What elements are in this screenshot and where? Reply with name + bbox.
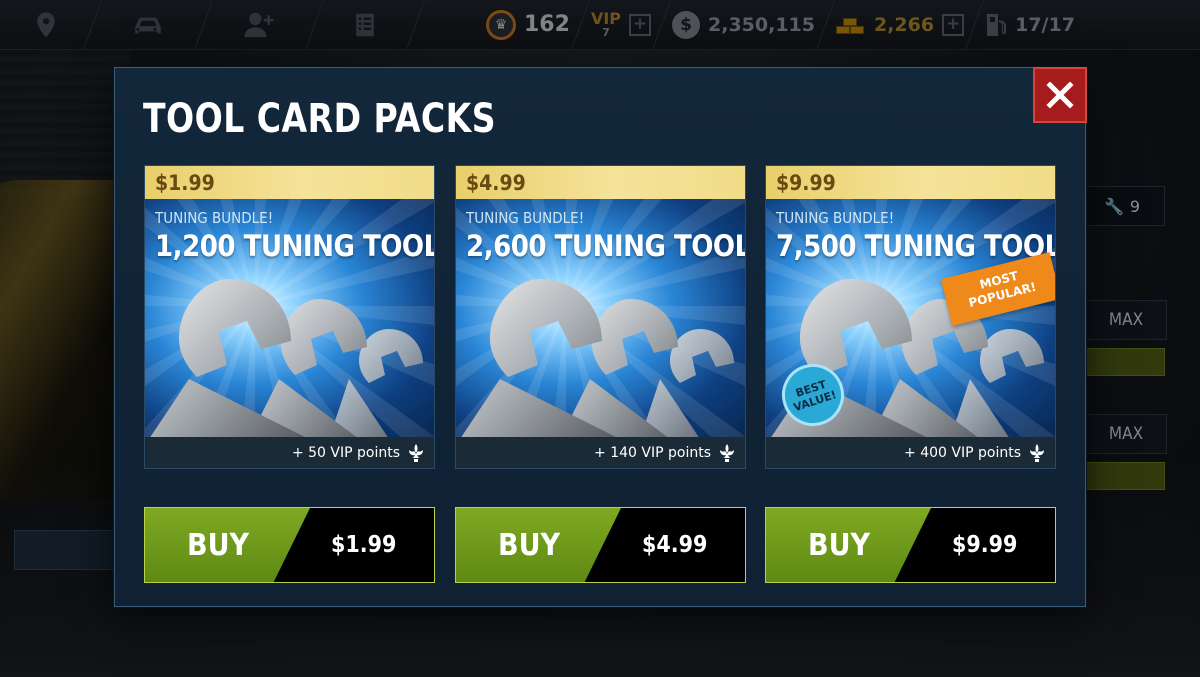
vip-points-row: + 50 VIP points <box>145 437 434 468</box>
pack-card-2[interactable]: $4.99 TUNING BUNDLE! 2,600 TUNING TOOLS … <box>455 165 746 469</box>
vip-points-row: + 140 VIP points <box>456 437 745 468</box>
buy-button-1[interactable]: BUY $1.99 <box>144 507 435 583</box>
fleur-de-lis-icon <box>720 443 734 462</box>
wrenches-icon <box>461 279 734 437</box>
fleur-de-lis-icon <box>1030 443 1044 462</box>
pack-art: TUNING BUNDLE! 1,200 TUNING TOOLS <box>145 199 434 437</box>
bundle-label: TUNING BUNDLE! <box>466 209 585 227</box>
vip-points-text: + 400 VIP points <box>904 444 1021 461</box>
tool-quantity: 2,600 TUNING TOOLS <box>466 229 745 263</box>
modal-title: TOOL CARD PACKS <box>143 96 497 142</box>
buy-button-3[interactable]: BUY $9.99 <box>765 507 1056 583</box>
buy-price: $1.99 <box>331 532 397 558</box>
buy-price: $9.99 <box>952 532 1018 558</box>
vip-points-row: + 400 VIP points <box>766 437 1055 468</box>
buy-label: BUY <box>498 527 561 563</box>
pack-card-3[interactable]: $9.99 TUNING BUNDLE! 7,500 TUNING TOOLS … <box>765 165 1056 469</box>
pack-price: $4.99 <box>456 166 745 199</box>
pack-price: $1.99 <box>145 166 434 199</box>
pack-art: TUNING BUNDLE! 2,600 TUNING TOOLS <box>456 199 745 437</box>
pack-price: $9.99 <box>766 166 1055 199</box>
wrenches-icon <box>150 279 423 437</box>
buy-button-2[interactable]: BUY $4.99 <box>455 507 746 583</box>
buy-label: BUY <box>808 527 871 563</box>
bundle-label: TUNING BUNDLE! <box>776 209 895 227</box>
close-icon <box>1046 81 1074 109</box>
pack-card-1[interactable]: $1.99 TUNING BUNDLE! 1,200 TUNING TOOLS … <box>144 165 435 469</box>
tool-card-packs-modal: TOOL CARD PACKS $1.99 TUNING BUNDLE! 1,2… <box>114 67 1087 607</box>
vip-points-text: + 50 VIP points <box>291 444 400 461</box>
vip-points-text: + 140 VIP points <box>594 444 711 461</box>
tool-quantity: 1,200 TUNING TOOLS <box>155 229 434 263</box>
fleur-de-lis-icon <box>409 443 423 462</box>
buy-price: $4.99 <box>642 532 708 558</box>
buy-label: BUY <box>187 527 250 563</box>
tool-quantity: 7,500 TUNING TOOLS <box>776 229 1055 263</box>
close-button[interactable] <box>1033 67 1087 123</box>
bundle-label: TUNING BUNDLE! <box>155 209 274 227</box>
pack-art: TUNING BUNDLE! 7,500 TUNING TOOLS MOST P… <box>766 199 1055 437</box>
